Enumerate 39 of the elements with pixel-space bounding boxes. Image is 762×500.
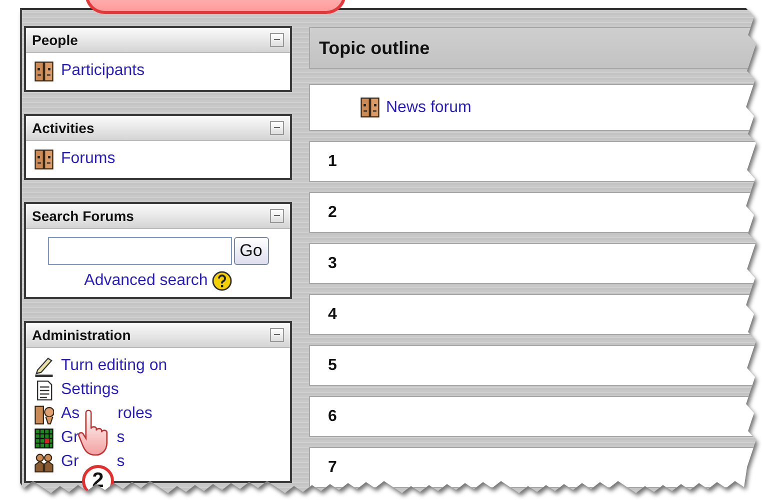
sidebar-link[interactable]: Settings [61,381,119,399]
section-number: 5 [328,356,337,374]
section-number: 7 [328,458,337,476]
people-icon [34,60,54,82]
sidebar-link[interactable]: Turn editing on [61,357,168,375]
section-number: 6 [328,408,337,426]
news-forum-link[interactable]: News forum [386,98,472,116]
partial-link-text[interactable]: s [116,453,125,471]
search-field[interactable] [48,237,232,265]
people-icon [360,97,380,118]
people-icon [34,148,54,170]
block-title: People [32,32,78,48]
sidebar-link[interactable]: Forums [61,150,116,168]
people-icon [34,404,54,424]
collapse-icon[interactable] [270,33,284,47]
collapse-icon[interactable] [270,121,284,135]
section-number: 1 [328,152,337,170]
section-number: 4 [328,306,337,324]
document-icon [34,380,54,400]
help-icon[interactable] [212,271,232,291]
partial-link-text[interactable]: As [61,405,80,423]
sidebar-link[interactable]: Participants [61,62,145,80]
pencil-icon [34,356,54,376]
advanced-search-link[interactable]: Advanced search [84,272,208,290]
section-title: Topic outline [319,38,430,58]
partial-link-text[interactable]: Gr [61,453,79,471]
partial-link-text[interactable]: s [116,429,125,447]
block-title: Search Forums [32,208,134,224]
grid-icon [34,428,54,448]
partial-link-text[interactable]: Gr [61,429,79,447]
partial-link-text[interactable]: roles [118,405,152,423]
block-title: Administration [32,327,131,343]
collapse-icon[interactable] [270,328,284,342]
section-number: 3 [328,254,337,272]
collapse-icon[interactable] [270,209,284,223]
section-number: 2 [328,204,337,222]
people-group-icon [34,452,54,472]
block-title: Activities [32,120,94,136]
go-button[interactable]: Go [234,237,268,265]
